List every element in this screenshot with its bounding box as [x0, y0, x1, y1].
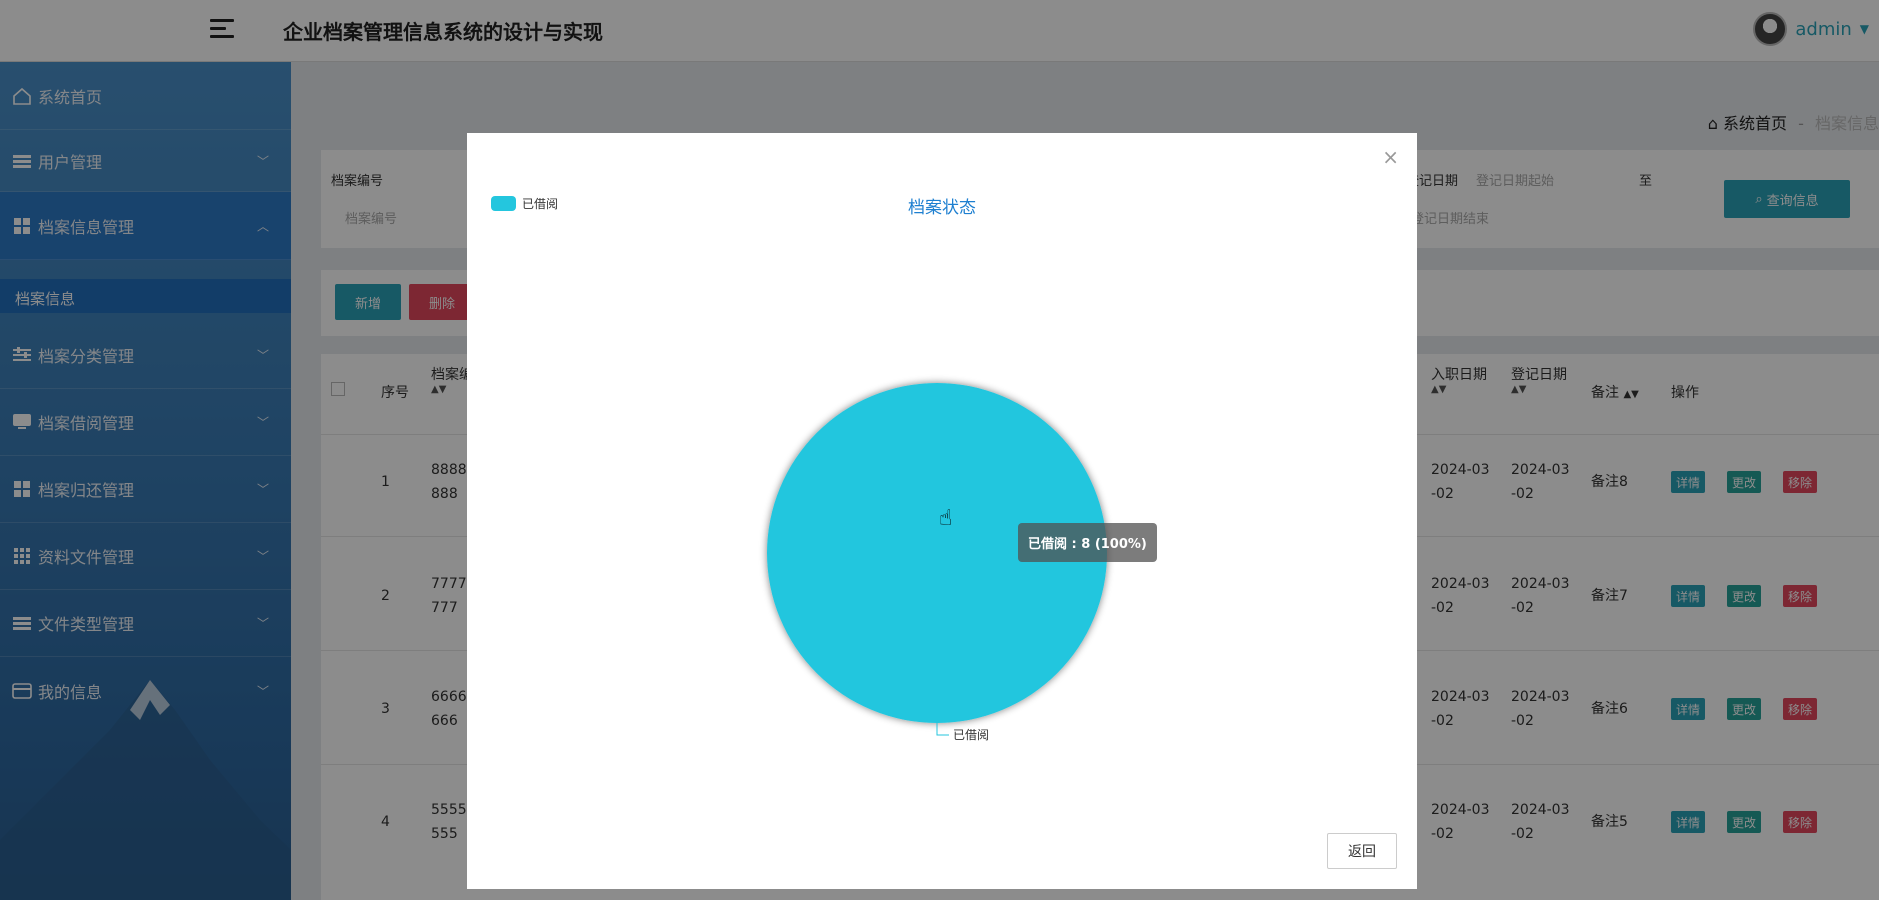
slice-label: 已借阅	[953, 728, 989, 742]
chart-tooltip: 已借阅 : 8 (100%)	[1018, 523, 1157, 562]
return-button[interactable]: 返回	[1327, 833, 1397, 869]
slice-leader-line	[936, 723, 949, 736]
hand-cursor-icon: ☝	[939, 506, 952, 531]
pie-chart: 已借阅 ☝	[767, 383, 1107, 742]
chart-modal: × 已借阅 档案状态 已借阅 ☝ 已借阅 : 8 (100%) 返回	[467, 133, 1417, 889]
